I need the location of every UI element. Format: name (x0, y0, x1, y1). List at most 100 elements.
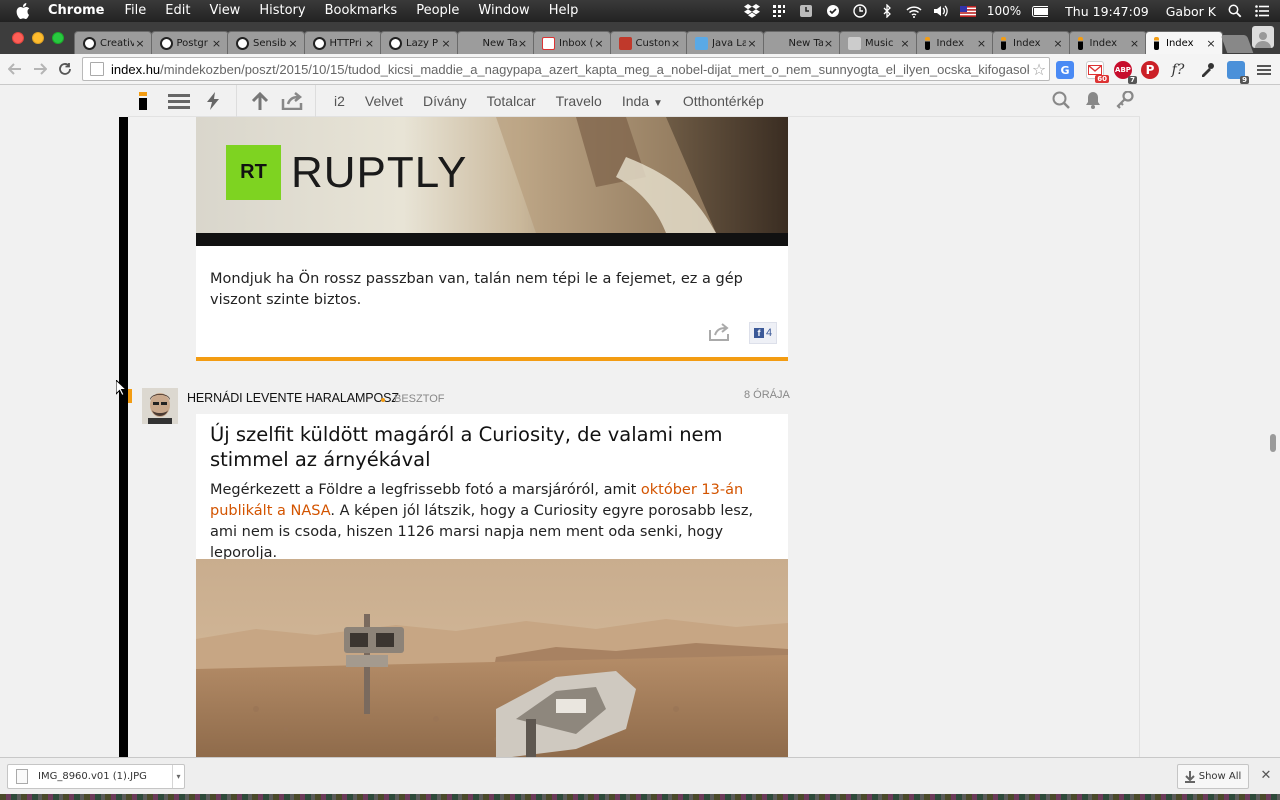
address-bar[interactable]: index.hu/mindekozben/poszt/2015/10/15/tu… (82, 57, 1050, 81)
menubar-user[interactable]: Gabor K (1166, 4, 1216, 19)
index-logo-icon[interactable] (128, 85, 158, 117)
browser-tab[interactable]: HTTPri × (303, 31, 382, 54)
nav-link-totalcar[interactable]: Totalcar (487, 93, 536, 109)
browser-tab[interactable]: New Tab× (456, 31, 535, 54)
browser-tab[interactable]: Index × (915, 31, 994, 54)
menu-window[interactable]: Window (478, 0, 529, 22)
chrome-menu-icon[interactable] (1255, 61, 1273, 79)
window-zoom-button[interactable] (52, 32, 64, 44)
tab-close-icon[interactable]: × (287, 37, 299, 50)
tab-close-icon[interactable]: × (517, 37, 529, 50)
page-info-icon[interactable] (90, 62, 104, 76)
author-avatar[interactable] (142, 388, 178, 424)
dropbox-icon[interactable] (743, 4, 760, 18)
browser-tab[interactable]: Inbox (× (533, 31, 611, 54)
post-tag[interactable]: BESZTOF (394, 393, 445, 405)
profile-icon[interactable] (1252, 26, 1274, 48)
back-button[interactable] (4, 58, 26, 80)
browser-tab[interactable]: Custon × (609, 31, 688, 54)
menu-edit[interactable]: Edit (165, 0, 190, 22)
tab-close-icon[interactable]: × (1205, 37, 1217, 50)
font-identifier-icon[interactable]: f? (1169, 61, 1187, 79)
tab-close-icon[interactable]: × (976, 37, 988, 50)
tab-close-icon[interactable]: × (670, 37, 682, 50)
download-item[interactable]: IMG_8960.v01 (1).JPG ▾ (7, 764, 185, 789)
browser-tab[interactable]: New Tab× (762, 31, 841, 54)
menu-people[interactable]: People (416, 0, 459, 22)
spotlight-search-icon[interactable] (1227, 4, 1243, 18)
tab-close-icon[interactable]: × (746, 37, 758, 50)
notification-center-icon[interactable] (1254, 4, 1270, 18)
lightning-icon[interactable] (198, 85, 228, 117)
battery-icon[interactable] (1032, 4, 1049, 18)
browser-tab[interactable]: Index × (1145, 31, 1223, 54)
timer-status-icon[interactable] (798, 4, 814, 18)
hamburger-menu-icon[interactable] (164, 85, 194, 117)
tab-close-icon[interactable]: × (1129, 37, 1141, 50)
download-options-chevron-icon[interactable]: ▾ (172, 765, 184, 788)
curiosity-photo[interactable] (196, 559, 788, 757)
google-translate-icon[interactable]: G (1056, 61, 1074, 79)
eyedropper-icon[interactable] (1198, 61, 1216, 79)
gmail-checker-icon[interactable]: 60 (1086, 61, 1109, 83)
bluetooth-icon[interactable] (879, 4, 895, 18)
post-title[interactable]: Új szelfit küldött magáról a Curiosity, … (210, 422, 770, 472)
search-icon[interactable] (1052, 91, 1070, 112)
tab-close-icon[interactable]: × (823, 37, 835, 50)
bookmark-star-icon[interactable]: ☆ (1029, 60, 1049, 79)
menu-help[interactable]: Help (549, 0, 579, 22)
browser-tab[interactable]: Index × (1068, 31, 1147, 54)
tab-close-icon[interactable]: × (593, 37, 605, 50)
page-scrollbar-thumb[interactable] (1270, 434, 1276, 452)
window-minimize-button[interactable] (32, 32, 44, 44)
time-machine-icon[interactable] (852, 4, 868, 18)
tab-close-icon[interactable]: × (440, 37, 452, 50)
adblock-plus-icon[interactable]: ABP 7 (1114, 61, 1137, 84)
menu-history[interactable]: History (259, 0, 305, 22)
facebook-share-count[interactable]: f 4 (749, 322, 777, 344)
close-downloads-bar-icon[interactable]: ✕ (1259, 768, 1273, 784)
us-flag-icon[interactable] (959, 4, 976, 18)
nav-link-divany[interactable]: Dívány (423, 93, 467, 109)
key-icon[interactable] (1116, 89, 1134, 112)
post-author[interactable]: HERNÁDI LEVENTE HARALAMPOSZ (187, 391, 399, 405)
tab-close-icon[interactable]: × (899, 37, 911, 50)
new-tab-button[interactable] (1220, 35, 1254, 53)
show-all-downloads-button[interactable]: Show All (1177, 764, 1249, 789)
tab-close-icon[interactable]: × (211, 37, 223, 50)
url-text[interactable]: index.hu/mindekozben/poszt/2015/10/15/tu… (111, 62, 1029, 77)
share-button[interactable] (708, 323, 732, 343)
tab-close-icon[interactable]: × (364, 37, 376, 50)
browser-tab[interactable]: Music × (839, 31, 917, 54)
browser-tab[interactable]: Java La × (686, 31, 764, 54)
browser-tab[interactable]: Lazy P × (380, 31, 458, 54)
apple-menu-icon[interactable] (16, 2, 34, 20)
extension-9-icon[interactable]: 9 (1227, 61, 1249, 84)
browser-tab[interactable]: Sensib × (227, 31, 305, 54)
browser-tab[interactable]: Creativ × (74, 31, 152, 54)
window-close-button[interactable] (12, 32, 24, 44)
check-status-icon[interactable] (825, 4, 841, 18)
reload-button[interactable] (54, 58, 76, 80)
nav-link-travelo[interactable]: Travelo (556, 93, 602, 109)
app-menu-chrome[interactable]: Chrome (48, 0, 105, 22)
bell-icon[interactable] (1084, 91, 1102, 112)
nav-link-i2[interactable]: i2 (334, 93, 345, 109)
menu-view[interactable]: View (209, 0, 240, 22)
wifi-icon[interactable] (906, 4, 922, 18)
nav-link-velvet[interactable]: Velvet (365, 93, 403, 109)
scroll-to-top-icon[interactable] (245, 85, 275, 117)
share-icon[interactable] (277, 85, 307, 117)
pinterest-icon[interactable]: P (1141, 61, 1159, 79)
nav-link-inda[interactable]: Inda ▼ (622, 93, 663, 109)
browser-tab[interactable]: Index × (992, 31, 1070, 54)
tab-close-icon[interactable]: × (134, 37, 146, 50)
video-player[interactable]: RT RUPTLY (196, 117, 788, 246)
grid-status-icon[interactable] (771, 4, 787, 18)
menubar-clock[interactable]: Thu 19:47:09 (1065, 4, 1149, 19)
nav-link-otthonterkep[interactable]: Otthontérkép (683, 93, 764, 109)
menu-bookmarks[interactable]: Bookmarks (325, 0, 398, 22)
menu-file[interactable]: File (125, 0, 147, 22)
forward-button[interactable] (29, 58, 51, 80)
tab-close-icon[interactable]: × (1052, 37, 1064, 50)
